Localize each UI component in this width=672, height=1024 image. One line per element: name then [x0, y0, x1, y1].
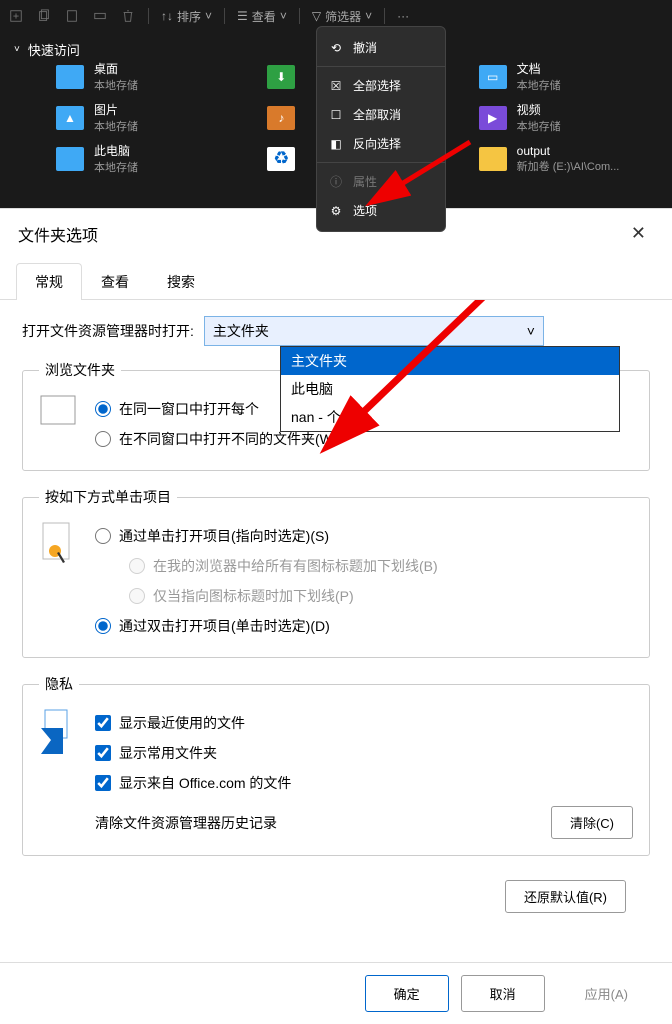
invert-icon: ◧	[329, 137, 343, 151]
clear-button[interactable]: 清除(C)	[551, 806, 633, 839]
chevron-down-icon: ˅	[365, 9, 372, 23]
privacy-icon	[39, 708, 79, 758]
item-sub: 本地存储	[94, 77, 138, 93]
undo-icon: ⟲	[329, 41, 343, 55]
clear-history-label: 清除文件资源管理器历史记录	[95, 813, 277, 833]
pictures-item[interactable]: ▲图片本地存储	[56, 101, 229, 134]
apply-button[interactable]: 应用(A)	[557, 975, 656, 1012]
ctx-properties: ⓘ属性	[317, 167, 445, 196]
check-frequent-folders[interactable]: 显示常用文件夹	[95, 738, 633, 768]
combo-value: 主文件夹	[213, 321, 269, 341]
thispc-item[interactable]: 此电脑本地存储	[56, 142, 229, 175]
radio-double-click[interactable]: 通过双击打开项目(单击时选定)(D)	[95, 611, 633, 641]
item-name: 文档	[517, 60, 561, 77]
item-name: output	[517, 144, 620, 158]
restore-defaults-button[interactable]: 还原默认值(R)	[505, 880, 626, 913]
chevron-down-icon: ˅	[205, 9, 212, 23]
open-explorer-label: 打开文件资源管理器时打开:	[22, 321, 194, 341]
check-office-files[interactable]: 显示来自 Office.com 的文件	[95, 768, 633, 798]
click-group: 按如下方式单击项目 通过单击打开项目(指向时选定)(S) 在我的浏览器中给所有有…	[22, 487, 650, 658]
combo-option[interactable]: 主文件夹	[281, 347, 619, 375]
tab-search[interactable]: 搜索	[148, 263, 214, 300]
ctx-deselect-all[interactable]: ☐全部取消	[317, 100, 445, 129]
radio-underline-all: 在我的浏览器中给所有有图标标题加下划线(B)	[129, 551, 633, 581]
cancel-button[interactable]: 取消	[461, 975, 545, 1012]
context-menu: ⟲撤消 ☒全部选择 ☐全部取消 ◧反向选择 ⓘ属性 ⚙选项	[316, 26, 446, 232]
item-name: 此电脑	[94, 142, 138, 159]
item-sub: 本地存储	[94, 159, 138, 175]
item-sub: 本地存储	[94, 118, 138, 134]
item-sub: 新加卷 (E:)\AI\Com...	[517, 158, 620, 174]
filter-label: 筛选器	[325, 8, 361, 25]
videos-item[interactable]: ▶视频本地存储	[479, 101, 652, 134]
tab-general[interactable]: 常规	[16, 263, 82, 300]
view-label: 查看	[252, 8, 276, 25]
paste-icon[interactable]	[64, 8, 80, 24]
chevron-down-icon: ˅	[14, 44, 20, 55]
browse-legend: 浏览文件夹	[39, 360, 121, 380]
item-sub: 本地存储	[517, 77, 561, 93]
select-all-icon: ☒	[329, 79, 343, 93]
folder-options-dialog: 文件夹选项 ✕ 常规 查看 搜索 打开文件资源管理器时打开: 主文件夹 ˅ 主文…	[0, 208, 672, 1024]
tab-view[interactable]: 查看	[82, 263, 148, 300]
chevron-down-icon: ˅	[280, 9, 287, 23]
quick-access-label: 快速访问	[28, 40, 80, 59]
more-button[interactable]: ···	[397, 9, 409, 23]
ctx-options[interactable]: ⚙选项	[317, 196, 445, 225]
item-name: 图片	[94, 101, 138, 118]
ctx-undo[interactable]: ⟲撤消	[317, 33, 445, 62]
copy-icon[interactable]	[36, 8, 52, 24]
item-sub: 本地存储	[517, 118, 561, 134]
close-button[interactable]: ✕	[621, 219, 656, 248]
privacy-group: 隐私 显示最近使用的文件 显示常用文件夹 显示来自 Office.com 的文件…	[22, 674, 650, 856]
ok-button[interactable]: 确定	[365, 975, 449, 1012]
dialog-title: 文件夹选项	[18, 222, 98, 246]
chevron-down-icon: ˅	[527, 323, 535, 339]
open-explorer-combo[interactable]: 主文件夹 ˅	[204, 316, 544, 346]
sort-label: 排序	[177, 8, 201, 25]
filter-button[interactable]: ▽ 筛选器 ˅	[312, 8, 372, 25]
click-legend: 按如下方式单击项目	[39, 487, 177, 507]
window-icon	[39, 394, 79, 430]
delete-icon[interactable]	[120, 8, 136, 24]
output-item[interactable]: output新加卷 (E:)\AI\Com...	[479, 142, 652, 175]
deselect-icon: ☐	[329, 108, 343, 122]
desktop-item[interactable]: 桌面本地存储	[56, 60, 229, 93]
ctx-select-all[interactable]: ☒全部选择	[317, 71, 445, 100]
combo-dropdown: 主文件夹 此电脑 nan - 个人	[280, 346, 620, 432]
new-icon[interactable]	[8, 8, 24, 24]
cursor-doc-icon	[39, 521, 79, 571]
privacy-legend: 隐私	[39, 674, 79, 694]
combo-option[interactable]: 此电脑	[281, 375, 619, 403]
dialog-tabs: 常规 查看 搜索	[0, 252, 672, 300]
radio-single-click[interactable]: 通过单击打开项目(指向时选定)(S)	[95, 521, 633, 551]
item-name: 桌面	[94, 60, 138, 77]
properties-icon: ⓘ	[329, 173, 343, 190]
ctx-invert[interactable]: ◧反向选择	[317, 129, 445, 158]
documents-item[interactable]: ▭文档本地存储	[479, 60, 652, 93]
gear-icon: ⚙	[329, 204, 343, 218]
radio-underline-point: 仅当指向图标标题时加下划线(P)	[129, 581, 633, 611]
item-name: 视频	[517, 101, 561, 118]
check-recent-files[interactable]: 显示最近使用的文件	[95, 708, 633, 738]
combo-option[interactable]: nan - 个人	[281, 403, 619, 431]
rename-icon[interactable]	[92, 8, 108, 24]
sort-button[interactable]: ↑↓ 排序 ˅	[161, 8, 212, 25]
view-button[interactable]: ☰ 查看 ˅	[237, 8, 287, 25]
